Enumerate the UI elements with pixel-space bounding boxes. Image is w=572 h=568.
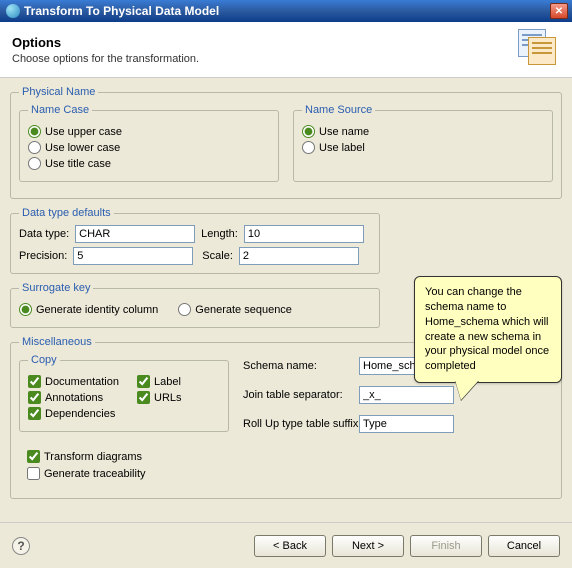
- page-title: Options: [12, 35, 518, 50]
- name-case-legend: Name Case: [28, 104, 92, 116]
- header-icon: [518, 29, 560, 71]
- check-annotations-label: Annotations: [45, 392, 103, 404]
- check-documentation-label: Documentation: [45, 376, 119, 388]
- help-icon: ?: [17, 539, 24, 553]
- radio-use-name[interactable]: [302, 125, 315, 138]
- page-subtitle: Choose options for the transformation.: [12, 53, 518, 65]
- radio-upper-label: Use upper case: [45, 126, 122, 138]
- finish-button[interactable]: Finish: [410, 535, 482, 557]
- copy-group: Copy Documentation Annotations Dependenc…: [19, 354, 229, 432]
- check-generate-traceability-label: Generate traceability: [44, 468, 146, 480]
- content-area: Physical Name Name Case Use upper case U…: [0, 78, 572, 522]
- radio-lower-case[interactable]: [28, 141, 41, 154]
- close-button[interactable]: ✕: [550, 3, 568, 19]
- callout-tooltip: You can change the schema name to Home_s…: [414, 276, 562, 383]
- surrogate-key-group: Surrogate key Generate identity column G…: [10, 282, 380, 328]
- next-button[interactable]: Next >: [332, 535, 404, 557]
- data-type-label: Data type:: [19, 228, 69, 240]
- length-input[interactable]: [244, 225, 364, 243]
- rollup-input[interactable]: [359, 415, 454, 433]
- footer: ? < Back Next > Finish Cancel: [0, 522, 572, 568]
- app-icon: [6, 4, 20, 18]
- physical-name-group: Physical Name Name Case Use upper case U…: [10, 86, 562, 199]
- check-transform-diagrams-label: Transform diagrams: [44, 451, 142, 463]
- schema-name-label: Schema name:: [243, 360, 353, 372]
- check-urls-label: URLs: [154, 392, 182, 404]
- rollup-label: Roll Up type table suffix:: [243, 418, 353, 430]
- data-type-input[interactable]: [75, 225, 195, 243]
- length-label: Length:: [201, 228, 238, 240]
- radio-identity-column[interactable]: [19, 303, 32, 316]
- physical-name-legend: Physical Name: [19, 86, 98, 98]
- header: Options Choose options for the transform…: [0, 22, 572, 78]
- data-type-defaults-group: Data type defaults Data type: Length: Pr…: [10, 207, 380, 274]
- name-case-group: Name Case Use upper case Use lower case …: [19, 104, 279, 182]
- radio-sequence-label: Generate sequence: [195, 304, 292, 316]
- radio-identity-label: Generate identity column: [36, 304, 158, 316]
- help-button[interactable]: ?: [12, 537, 30, 555]
- precision-label: Precision:: [19, 250, 67, 262]
- titlebar: Transform To Physical Data Model ✕: [0, 0, 572, 22]
- radio-use-label-label: Use label: [319, 142, 365, 154]
- surrogate-key-legend: Surrogate key: [19, 282, 93, 294]
- name-source-group: Name Source Use name Use label: [293, 104, 553, 182]
- check-documentation[interactable]: [28, 375, 41, 388]
- check-urls[interactable]: [137, 391, 150, 404]
- radio-upper-case[interactable]: [28, 125, 41, 138]
- data-type-defaults-legend: Data type defaults: [19, 207, 114, 219]
- close-icon: ✕: [555, 6, 563, 17]
- window-title: Transform To Physical Data Model: [24, 4, 219, 18]
- cancel-button[interactable]: Cancel: [488, 535, 560, 557]
- name-source-legend: Name Source: [302, 104, 375, 116]
- scale-input[interactable]: [239, 247, 359, 265]
- check-generate-traceability[interactable]: [27, 467, 40, 480]
- radio-use-name-label: Use name: [319, 126, 369, 138]
- check-transform-diagrams[interactable]: [27, 450, 40, 463]
- check-dependencies-label: Dependencies: [45, 408, 115, 420]
- check-label[interactable]: [137, 375, 150, 388]
- join-sep-input[interactable]: [359, 386, 454, 404]
- check-dependencies[interactable]: [28, 407, 41, 420]
- radio-title-label: Use title case: [45, 158, 111, 170]
- radio-lower-label: Use lower case: [45, 142, 120, 154]
- check-label-label: Label: [154, 376, 181, 388]
- back-button[interactable]: < Back: [254, 535, 326, 557]
- check-annotations[interactable]: [28, 391, 41, 404]
- precision-input[interactable]: [73, 247, 193, 265]
- miscellaneous-legend: Miscellaneous: [19, 336, 95, 348]
- radio-use-label[interactable]: [302, 141, 315, 154]
- scale-label: Scale:: [202, 250, 233, 262]
- join-sep-label: Join table separator:: [243, 389, 353, 401]
- copy-legend: Copy: [28, 354, 60, 366]
- radio-title-case[interactable]: [28, 157, 41, 170]
- radio-sequence[interactable]: [178, 303, 191, 316]
